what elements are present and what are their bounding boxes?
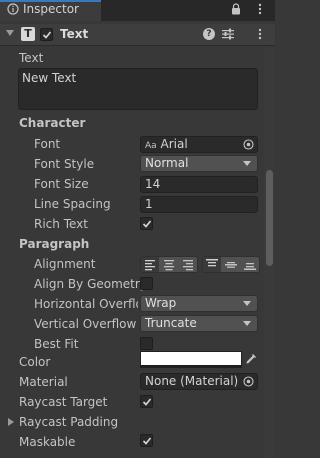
best-fit-label: Best Fit [34,337,79,351]
horizontal-overflow-label: Horizontal Overflow [34,297,138,311]
vertical-overflow-label: Vertical Overflow [34,317,137,331]
chevron-down-icon [243,161,251,166]
vertical-alignment-group [202,256,260,273]
line-spacing-field[interactable]: 1 [140,196,258,213]
align-middle-button[interactable] [222,257,240,272]
kebab-menu-icon[interactable] [254,28,266,40]
font-size-label: Font Size [34,177,89,191]
font-asset-icon: Aa [145,141,157,151]
fold-arrow-right-icon[interactable] [8,418,14,426]
align-top-button[interactable] [203,257,221,272]
color-swatch[interactable] [140,351,242,368]
info-icon [7,3,19,15]
component-enabled-checkbox[interactable] [40,28,53,41]
maskable-label: Maskable [19,435,76,449]
font-style-dropdown[interactable]: Normal [140,155,258,172]
alignment-label: Alignment [34,257,96,271]
lock-icon[interactable] [231,3,241,15]
raycast-padding-label[interactable]: Raycast Padding [19,415,118,429]
maskable-checkbox[interactable] [140,434,153,447]
fold-arrow-icon[interactable] [6,30,14,36]
font-style-value: Normal [145,156,189,170]
help-icon[interactable]: ? [203,28,215,40]
align-left-button[interactable] [141,257,159,272]
tab-label: Inspector [23,2,79,16]
horizontal-overflow-dropdown[interactable]: Wrap [140,295,258,312]
character-heading: Character [19,116,86,130]
vertical-overflow-value: Truncate [145,316,197,330]
component-title: Text [60,27,89,41]
color-label: Color [19,355,51,369]
align-right-button[interactable] [179,257,197,272]
align-bottom-icon [244,263,256,270]
alpha-bar [141,365,241,367]
align-bottom-button[interactable] [241,257,259,272]
align-by-geometry-label: Align By Geometry [34,277,147,291]
checkmark-icon [142,437,152,445]
font-field[interactable]: Aa Arial [140,136,258,153]
horizontal-alignment-group [140,256,198,273]
line-spacing-label: Line Spacing [34,197,111,211]
align-top-icon [206,259,218,267]
font-label: Font [34,137,61,151]
rich-text-label: Rich Text [34,217,88,231]
checkmark-icon [142,398,152,406]
object-picker-icon[interactable] [243,376,254,387]
align-center-button[interactable] [160,257,178,272]
text-textarea[interactable]: New Text [18,68,258,110]
kebab-menu-icon[interactable] [254,3,266,15]
material-value: None (Material) [145,374,239,388]
checkmark-icon [142,220,152,228]
align-middle-icon [225,262,237,268]
raycast-target-checkbox[interactable] [140,395,153,408]
font-style-label: Font Style [34,157,95,171]
rich-text-checkbox[interactable] [140,217,153,230]
paragraph-heading: Paragraph [19,237,90,251]
horizontal-overflow-value: Wrap [145,296,177,310]
raycast-target-label: Raycast Target [19,395,108,409]
presets-icon[interactable] [222,28,234,40]
align-by-geometry-checkbox[interactable] [140,277,153,290]
chevron-down-icon [243,321,251,326]
chevron-down-icon [243,301,251,306]
eyedropper-icon[interactable] [244,352,258,366]
material-label: Material [19,375,68,389]
object-picker-icon[interactable] [243,139,254,150]
align-center-icon [164,260,174,271]
checkmark-icon [42,31,52,39]
text-component-icon: T [21,27,35,41]
align-right-icon [183,260,193,271]
material-field[interactable]: None (Material) [140,373,258,390]
scrollbar-thumb[interactable] [266,170,273,266]
text-label: Text [19,51,44,65]
best-fit-checkbox[interactable] [140,337,153,350]
align-left-icon [145,260,155,271]
font-value: Arial [160,137,188,151]
vertical-overflow-dropdown[interactable]: Truncate [140,315,258,332]
font-size-field[interactable]: 14 [140,176,258,193]
